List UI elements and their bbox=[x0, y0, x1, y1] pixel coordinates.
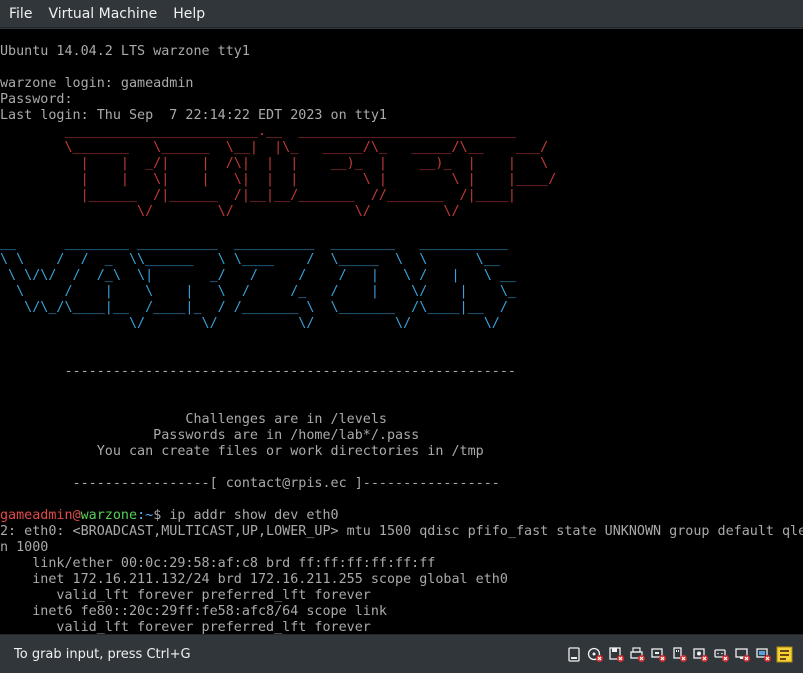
contact-line: -----------------[ contact@rpis.ec ]----… bbox=[0, 476, 500, 491]
ascii-art-blue: \/ \/ \/ \/ \/ bbox=[0, 316, 500, 331]
menu-file[interactable]: File bbox=[1, 0, 40, 28]
menu-help[interactable]: Help bbox=[165, 0, 213, 28]
prompt-dollar: $ bbox=[153, 508, 170, 523]
ascii-art-blue: \/\_/\____|__ /____|_ / /_______ \ \____… bbox=[0, 300, 508, 315]
info-line: Passwords are in /home/lab*/.pass bbox=[0, 428, 420, 443]
output-line: 2: eth0: <BROADCAST,MULTICAST,UP,LOWER_U… bbox=[0, 524, 803, 539]
info-line: Challenges are in /levels bbox=[0, 412, 387, 427]
display-disabled-icon[interactable] bbox=[734, 646, 751, 663]
output-line: inet6 fe80::20c:29ff:fe58:afc8/64 scope … bbox=[0, 604, 387, 619]
ascii-art-red: \_______ \______ \__| |\_ _____/\_ _____… bbox=[0, 140, 549, 155]
ascii-art-red: | | _/| | /\| | | __)_ | __)_ | | \ bbox=[0, 156, 549, 171]
menu-bar: File Virtual Machine Help bbox=[0, 0, 803, 28]
message-icon[interactable] bbox=[776, 646, 793, 663]
ascii-art-red: ________________________.__ ____________… bbox=[0, 124, 516, 139]
login-line: warzone login: gameadmin bbox=[0, 76, 194, 91]
command-text: ip addr show dev eth0 bbox=[169, 508, 339, 523]
output-line: n 1000 bbox=[0, 540, 49, 555]
prompt-path: ~ bbox=[145, 508, 154, 523]
output-line: valid_lft forever preferred_lft forever bbox=[0, 620, 371, 634]
device-indicators bbox=[566, 646, 803, 663]
prompt-user: gameadmin bbox=[0, 508, 73, 523]
last-login-line: Last login: Thu Sep 7 22:14:22 EDT 2023 … bbox=[0, 108, 387, 123]
sound-disabled-icon[interactable] bbox=[692, 646, 709, 663]
ascii-art-blue: \ \/\/ / /_\ \| _/ / / / | \ / | \ __ bbox=[0, 268, 516, 283]
usb-disabled-icon[interactable] bbox=[671, 646, 688, 663]
output-line: valid_lft forever preferred_lft forever bbox=[0, 588, 371, 603]
prompt-line: gameadmin@warzone:~$ ip addr show dev et… bbox=[0, 508, 803, 524]
prompt-colon: : bbox=[137, 508, 146, 523]
floppy-disabled-icon[interactable] bbox=[608, 646, 625, 663]
serial-disabled-icon[interactable] bbox=[713, 646, 730, 663]
password-line: Password: bbox=[0, 92, 73, 107]
terminal-output: Ubuntu 14.04.2 LTS warzone tty1 warzone … bbox=[0, 44, 803, 634]
output-line: link/ether 00:0c:29:58:af:c8 brd ff:ff:f… bbox=[0, 556, 436, 571]
prompt-host: warzone bbox=[80, 508, 138, 523]
printer-disabled-icon[interactable] bbox=[629, 646, 646, 663]
ascii-art-blue: \ / | \ | \ / /_ / | \/ | \_ bbox=[0, 284, 516, 299]
menu-virtual-machine[interactable]: Virtual Machine bbox=[40, 0, 165, 28]
network-disabled-icon[interactable] bbox=[650, 646, 667, 663]
ascii-art-blue: \ \ / / _ \\______ \ \____ / \_____ \ \ … bbox=[0, 252, 500, 267]
status-bar: To grab input, press Ctrl+G bbox=[0, 634, 803, 673]
ascii-art-red: |______ /|______ /|__|__/_______ //_____… bbox=[0, 188, 516, 203]
console-banner: Ubuntu 14.04.2 LTS warzone tty1 bbox=[0, 44, 250, 59]
hard-disk-icon[interactable] bbox=[566, 646, 583, 663]
divider-line: ----------------------------------------… bbox=[0, 364, 516, 379]
vm-console[interactable]: Ubuntu 14.04.2 LTS warzone tty1 warzone … bbox=[0, 29, 803, 634]
usb2-disabled-icon[interactable] bbox=[755, 646, 772, 663]
status-text: To grab input, press Ctrl+G bbox=[14, 646, 191, 662]
ascii-art-blue: __ ________ __________ __________ ______… bbox=[0, 236, 508, 251]
output-line: inet 172.16.211.132/24 brd 172.16.211.25… bbox=[0, 572, 508, 587]
ascii-art-red: | | \| | \| | | \ | \ | |____/ bbox=[0, 172, 557, 187]
prompt-at: @ bbox=[72, 508, 81, 523]
ascii-art-red: \/ \/ \/ \/ bbox=[0, 204, 460, 219]
cd-disabled-icon[interactable] bbox=[587, 646, 604, 663]
info-line: You can create files or work directories… bbox=[0, 444, 484, 459]
